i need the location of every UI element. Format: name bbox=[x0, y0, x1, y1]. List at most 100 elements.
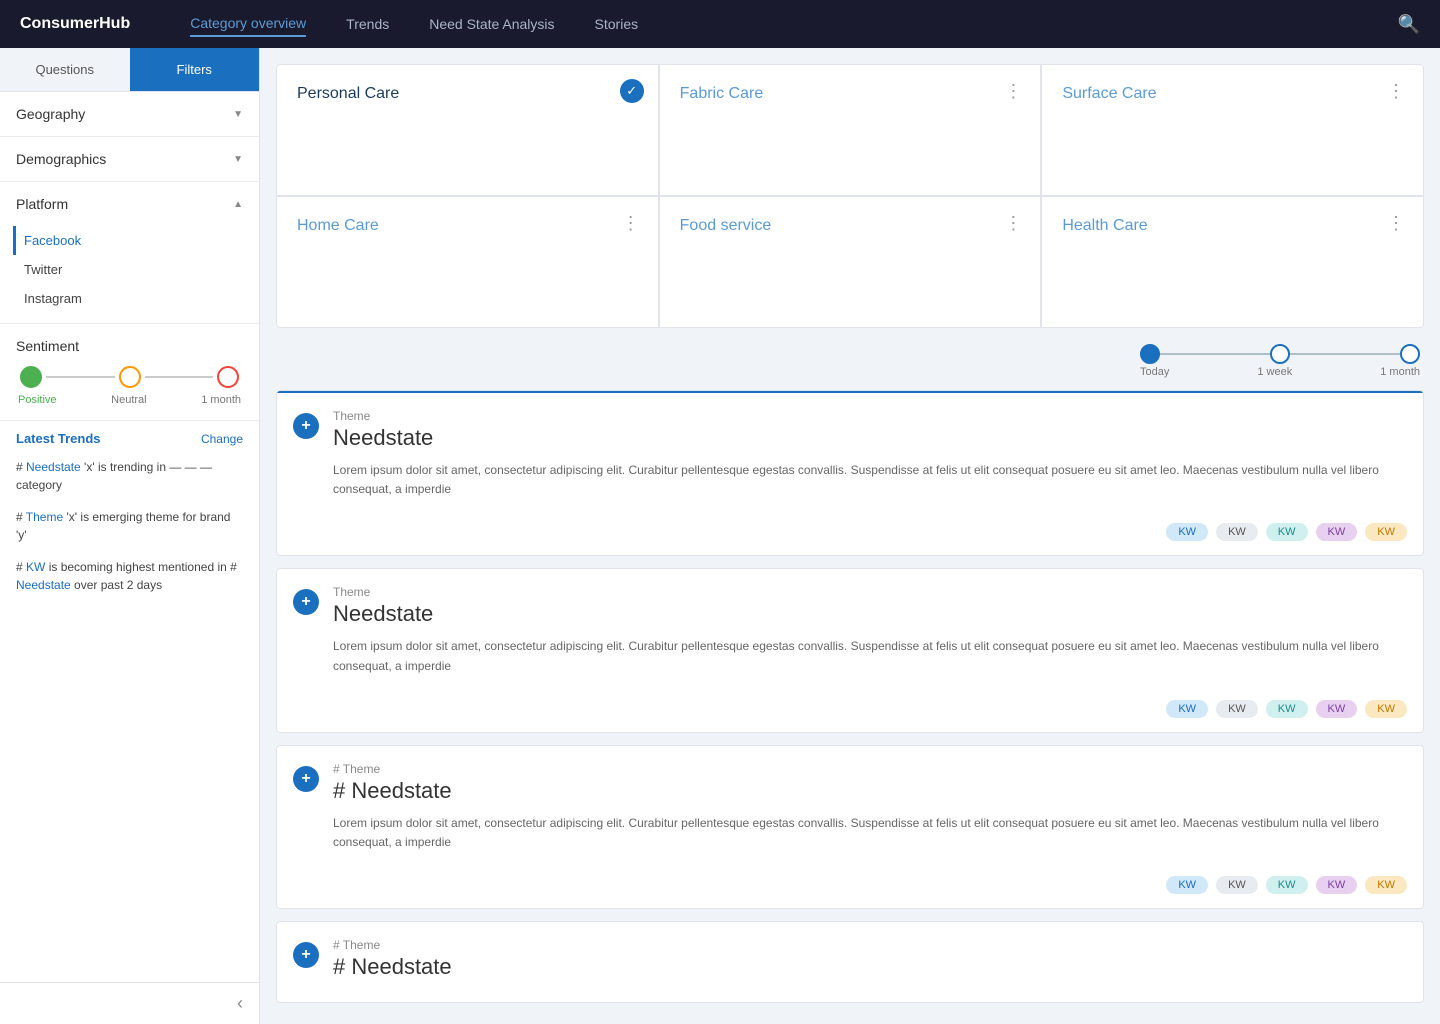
tag-kw-2-1[interactable]: KW bbox=[1166, 700, 1208, 718]
filter-platform-header[interactable]: Platform ▲ bbox=[0, 182, 259, 226]
tag-kw-1-4[interactable]: KW bbox=[1316, 523, 1358, 541]
tag-kw-2-2[interactable]: KW bbox=[1216, 700, 1258, 718]
need-state-card-2: + Theme Needstate Lorem ipsum dolor sit … bbox=[276, 568, 1424, 732]
trend-theme-link[interactable]: Theme bbox=[26, 510, 63, 524]
sentiment-neutral-dot[interactable] bbox=[119, 366, 141, 388]
filter-demographics-header[interactable]: Demographics ▼ bbox=[0, 137, 259, 181]
expand-card-1-button[interactable]: + bbox=[293, 413, 319, 439]
tag-kw-3-1[interactable]: KW bbox=[1166, 876, 1208, 894]
category-card-home-care[interactable]: Home Care ⋮ bbox=[277, 197, 658, 327]
app-logo: ConsumerHub bbox=[20, 15, 130, 33]
expand-card-3-button[interactable]: + bbox=[293, 766, 319, 792]
time-labels: Today 1 week 1 month bbox=[1140, 366, 1420, 378]
category-card-personal-care[interactable]: Personal Care ✓ bbox=[277, 65, 658, 195]
tag-kw-2-3[interactable]: KW bbox=[1266, 700, 1308, 718]
sentiment-line-2 bbox=[145, 376, 214, 378]
card-desc-1: Lorem ipsum dolor sit amet, consectetur … bbox=[333, 461, 1403, 499]
filter-demographics-label: Demographics bbox=[16, 151, 106, 167]
filter-demographics: Demographics ▼ bbox=[0, 137, 259, 182]
geography-arrow-icon: ▼ bbox=[233, 109, 243, 120]
expand-card-4-button[interactable]: + bbox=[293, 942, 319, 968]
sentiment-neutral-label: Neutral bbox=[111, 394, 146, 406]
sentiment-slider[interactable] bbox=[16, 366, 243, 388]
time-label-month: 1 month bbox=[1380, 366, 1420, 378]
trend-needstate-link-1[interactable]: Needstate bbox=[26, 460, 81, 474]
category-grid: Personal Care ✓ Fabric Care ⋮ Surface Ca… bbox=[276, 64, 1424, 328]
category-menu-home-care[interactable]: ⋮ bbox=[622, 213, 642, 234]
platform-item-facebook[interactable]: Facebook bbox=[13, 226, 243, 255]
card-title-2: Needstate bbox=[333, 601, 1403, 627]
trend-item-2: # Theme 'x' is emerging theme for brand … bbox=[16, 508, 243, 544]
tag-kw-3-2[interactable]: KW bbox=[1216, 876, 1258, 894]
time-dot-week[interactable] bbox=[1270, 344, 1290, 364]
tag-kw-3-3[interactable]: KW bbox=[1266, 876, 1308, 894]
tag-kw-1-2[interactable]: KW bbox=[1216, 523, 1258, 541]
sentiment-label: Sentiment bbox=[16, 338, 243, 354]
category-name-health-care: Health Care bbox=[1062, 217, 1147, 234]
tab-questions[interactable]: Questions bbox=[0, 48, 130, 91]
sentiment-month-label: 1 month bbox=[201, 394, 241, 406]
nav-trends[interactable]: Trends bbox=[346, 12, 389, 36]
category-card-fabric-care[interactable]: Fabric Care ⋮ bbox=[660, 65, 1041, 195]
need-state-card-3: + # Theme # Needstate Lorem ipsum dolor … bbox=[276, 745, 1424, 909]
expand-card-2-button[interactable]: + bbox=[293, 589, 319, 615]
filter-platform-label: Platform bbox=[16, 196, 68, 212]
sentiment-line-1 bbox=[46, 376, 115, 378]
time-dots-row bbox=[1140, 344, 1420, 364]
tag-kw-2-5[interactable]: KW bbox=[1365, 700, 1407, 718]
card-tags-3: KW KW KW KW KW bbox=[277, 876, 1423, 908]
nav-category-overview[interactable]: Category overview bbox=[190, 11, 306, 37]
time-dot-today[interactable] bbox=[1140, 344, 1160, 364]
filter-geography: Geography ▼ bbox=[0, 92, 259, 137]
sentiment-positive-label: Positive bbox=[18, 394, 57, 406]
time-label-week: 1 week bbox=[1257, 366, 1292, 378]
tag-kw-3-4[interactable]: KW bbox=[1316, 876, 1358, 894]
category-name-home-care: Home Care bbox=[297, 217, 379, 234]
platform-item-instagram[interactable]: Instagram bbox=[24, 284, 243, 313]
category-card-food-service[interactable]: Food service ⋮ bbox=[660, 197, 1041, 327]
tag-kw-1-1[interactable]: KW bbox=[1166, 523, 1208, 541]
tab-filters[interactable]: Filters bbox=[130, 48, 260, 91]
need-state-card-4: + # Theme # Needstate bbox=[276, 921, 1424, 1003]
category-menu-food-service[interactable]: ⋮ bbox=[1004, 213, 1024, 234]
nav-need-state-analysis[interactable]: Need State Analysis bbox=[429, 12, 554, 36]
tag-kw-3-5[interactable]: KW bbox=[1365, 876, 1407, 894]
category-card-surface-care[interactable]: Surface Care ⋮ bbox=[1042, 65, 1423, 195]
sidebar-tabs: Questions Filters bbox=[0, 48, 259, 92]
tag-kw-1-3[interactable]: KW bbox=[1266, 523, 1308, 541]
platform-items: Facebook Twitter Instagram bbox=[0, 226, 259, 323]
category-menu-fabric-care[interactable]: ⋮ bbox=[1004, 81, 1024, 102]
sentiment-negative-dot[interactable] bbox=[217, 366, 239, 388]
sentiment-positive-dot[interactable] bbox=[20, 366, 42, 388]
card-title-1: Needstate bbox=[333, 425, 1403, 451]
card-desc-3: Lorem ipsum dolor sit amet, consectetur … bbox=[333, 814, 1403, 852]
sentiment-filter: Sentiment Positive Neutral 1 month bbox=[0, 324, 259, 421]
trend-kw-link[interactable]: KW bbox=[26, 560, 45, 574]
collapse-sidebar-button[interactable]: ‹ bbox=[237, 993, 243, 1014]
trend-item-1: # Needstate 'x' is trending in — — — cat… bbox=[16, 458, 243, 494]
time-slider-row: Today 1 week 1 month bbox=[276, 344, 1424, 378]
search-icon[interactable]: 🔍 bbox=[1398, 14, 1420, 35]
category-card-health-care[interactable]: Health Care ⋮ bbox=[1042, 197, 1423, 327]
main-layout: Questions Filters Geography ▼ Demographi… bbox=[0, 48, 1440, 1024]
trends-change-button[interactable]: Change bbox=[201, 432, 243, 446]
card-top-2: + Theme Needstate Lorem ipsum dolor sit … bbox=[277, 569, 1423, 699]
theme-label-2: Theme bbox=[333, 585, 1403, 599]
category-name-food-service: Food service bbox=[680, 217, 772, 234]
card-title-3: # Needstate bbox=[333, 778, 1403, 804]
time-dot-month[interactable] bbox=[1400, 344, 1420, 364]
sidebar: Questions Filters Geography ▼ Demographi… bbox=[0, 48, 260, 1024]
platform-arrow-icon: ▲ bbox=[233, 199, 243, 210]
category-menu-health-care[interactable]: ⋮ bbox=[1387, 213, 1407, 234]
platform-item-twitter[interactable]: Twitter bbox=[24, 255, 243, 284]
theme-label-1: Theme bbox=[333, 409, 1403, 423]
nav-stories[interactable]: Stories bbox=[595, 12, 639, 36]
card-tags-2: KW KW KW KW KW bbox=[277, 700, 1423, 732]
tag-kw-1-5[interactable]: KW bbox=[1365, 523, 1407, 541]
tag-kw-2-4[interactable]: KW bbox=[1316, 700, 1358, 718]
category-menu-surface-care[interactable]: ⋮ bbox=[1387, 81, 1407, 102]
trend-item-3: # KW is becoming highest mentioned in # … bbox=[16, 558, 243, 594]
filter-geography-header[interactable]: Geography ▼ bbox=[0, 92, 259, 136]
category-name-fabric-care: Fabric Care bbox=[680, 85, 764, 102]
trend-needstate-link-2[interactable]: Needstate bbox=[16, 578, 71, 592]
